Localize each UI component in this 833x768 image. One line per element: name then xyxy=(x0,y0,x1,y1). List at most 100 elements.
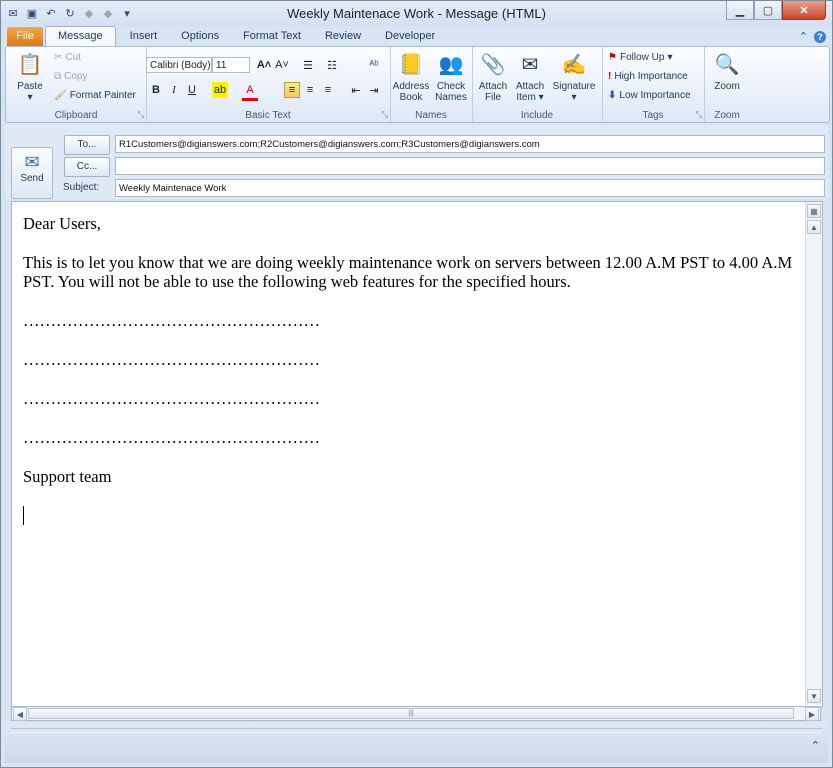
check-names-icon: 👥 xyxy=(438,53,464,76)
shrink-font-icon[interactable]: A˅ xyxy=(274,57,290,73)
align-left-icon[interactable]: ≡ xyxy=(284,82,300,98)
paste-button[interactable]: 📋 Paste ▾ xyxy=(12,51,48,104)
align-center-icon[interactable]: ≡ xyxy=(302,82,318,98)
scissors-icon: ✂ xyxy=(54,52,63,63)
paste-icon: 📋 xyxy=(17,53,43,76)
names-group: 📒 Address Book 👥 Check Names Names xyxy=(390,47,473,122)
paste-label: Paste xyxy=(17,81,43,92)
ribbon-tabs: File Message Insert Options Format Text … xyxy=(1,26,832,46)
subject-field[interactable]: Weekly Maintenace Work xyxy=(115,179,825,197)
tab-options[interactable]: Options xyxy=(169,27,231,46)
scroll-up-icon[interactable]: ▲ xyxy=(807,220,821,234)
copy-icon: ⧉ xyxy=(54,71,62,82)
tab-developer[interactable]: Developer xyxy=(373,27,447,46)
minimize-button[interactable]: ▁ xyxy=(726,1,754,20)
tab-insert[interactable]: Insert xyxy=(118,27,170,46)
copy-button[interactable]: ⧉ Copy xyxy=(54,71,88,82)
horizontal-scrollbar[interactable]: ◀ ||| ▶ xyxy=(11,706,821,721)
names-label: Names xyxy=(415,110,447,121)
clipboard-label: Clipboard xyxy=(54,110,98,121)
cc-button[interactable]: Cc... xyxy=(64,157,110,177)
minimize-ribbon-icon[interactable]: ⌃ xyxy=(799,30,808,43)
send-icon: ✉ xyxy=(24,152,40,172)
signoff-text: Support team xyxy=(23,467,112,486)
greeting-text: Dear Users, xyxy=(23,214,101,233)
font-size-select[interactable]: 11 xyxy=(212,57,250,73)
subject-label: Subject: xyxy=(63,182,100,193)
paintbrush-icon: 🖌 xyxy=(54,90,67,101)
send-label: Send xyxy=(20,173,44,184)
placeholder-line: ……………………………………………… xyxy=(23,350,320,369)
zoom-label: Zoom xyxy=(714,110,740,121)
zoom-button[interactable]: 🔍 Zoom xyxy=(708,51,746,93)
bullets-icon[interactable]: ☰ xyxy=(300,57,316,73)
cc-field[interactable] xyxy=(115,157,825,175)
magnifier-icon: 🔍 xyxy=(714,53,740,76)
include-group: 📎 Attach File ✉ Attach Item ▾ ✍ Signature ▾… xyxy=(472,47,603,122)
tab-review[interactable]: Review xyxy=(313,27,373,46)
ribbon: 📋 Paste ▾ ✂ Cut ⧉ Copy 🖌 Format Painter Clip… xyxy=(5,46,830,123)
underline-button[interactable]: U xyxy=(184,82,200,98)
scroll-down-icon[interactable]: ▼ xyxy=(807,689,821,703)
bold-button[interactable]: B xyxy=(148,82,164,98)
to-button[interactable]: To... xyxy=(64,135,110,155)
view-ruler-icon[interactable]: ▦ xyxy=(807,204,821,218)
status-divider xyxy=(11,728,822,733)
clipboard-group: 📋 Paste ▾ ✂ Cut ⧉ Copy 🖌 Format Painter Clip… xyxy=(6,47,147,122)
zoom-group: 🔍 Zoom Zoom xyxy=(704,47,750,122)
expand-people-pane-icon[interactable]: ⌃ xyxy=(811,739,820,752)
title-bar: ✉ ▣ ↶ ↻ ◆ ◆ ▾ Weekly Maintenace Work - M… xyxy=(1,1,832,26)
horizontal-scroll-thumb[interactable]: ||| xyxy=(28,708,794,719)
attach-file-button[interactable]: 📎 Attach File xyxy=(476,51,510,104)
address-book-button[interactable]: 📒 Address Book xyxy=(392,51,430,104)
italic-button[interactable]: I xyxy=(166,82,182,98)
paperclip-icon: 📎 xyxy=(480,53,506,76)
low-importance-button[interactable]: ⬇ Low Importance xyxy=(608,90,691,101)
placeholder-line: ……………………………………………… xyxy=(23,311,320,330)
exclamation-icon: ! xyxy=(608,71,612,82)
numbering-icon[interactable]: ☷ xyxy=(324,57,340,73)
tab-message[interactable]: Message xyxy=(45,26,116,46)
signature-button[interactable]: ✍ Signature ▾ xyxy=(550,51,598,104)
to-field[interactable]: R1Customers@digianswers.com;R2Customers@… xyxy=(115,135,825,153)
clear-formatting-icon[interactable]: ᴬᵇ xyxy=(366,57,382,73)
high-importance-button[interactable]: ! High Importance xyxy=(608,71,688,82)
scroll-right-icon[interactable]: ▶ xyxy=(805,707,819,721)
tab-file[interactable]: File xyxy=(7,27,43,46)
message-body[interactable]: Dear Users, This is to let you know that… xyxy=(11,201,823,708)
message-header: ✉ Send To... R1Customers@digianswers.com… xyxy=(5,125,828,199)
decrease-indent-icon[interactable]: ⇤ xyxy=(348,82,364,98)
include-label: Include xyxy=(520,110,554,121)
format-painter-button[interactable]: 🖌 Format Painter xyxy=(54,90,136,101)
window-title: Weekly Maintenace Work - Message (HTML) xyxy=(287,6,546,21)
basic-text-label: Basic Text xyxy=(245,110,291,121)
attach-item-button[interactable]: ✉ Attach Item ▾ xyxy=(512,51,548,104)
align-right-icon[interactable]: ≡ xyxy=(320,82,336,98)
envelope-icon: ✉ xyxy=(521,53,539,76)
check-names-button[interactable]: 👥 Check Names xyxy=(432,51,470,104)
clipboard-launcher-icon[interactable]: ⤡ xyxy=(138,110,144,120)
maximize-button[interactable]: ▢ xyxy=(754,1,782,20)
send-button[interactable]: ✉ Send xyxy=(11,147,53,199)
close-button[interactable]: ✕ xyxy=(782,1,826,20)
vertical-scrollbar[interactable]: ▦ ▲ ▼ xyxy=(805,202,822,705)
help-icon[interactable]: ? xyxy=(814,30,826,43)
placeholder-line: ……………………………………………… xyxy=(23,428,320,447)
tab-format-text[interactable]: Format Text xyxy=(231,27,313,46)
flag-icon: ⚑ xyxy=(608,52,617,63)
increase-indent-icon[interactable]: ⇥ xyxy=(366,82,382,98)
scroll-left-icon[interactable]: ◀ xyxy=(13,707,27,721)
placeholder-line: ……………………………………………… xyxy=(23,389,320,408)
font-color-icon[interactable]: A xyxy=(242,82,258,101)
address-book-icon: 📒 xyxy=(398,53,424,76)
font-name-select[interactable]: Calibri (Body) xyxy=(146,57,212,73)
follow-up-button[interactable]: ⚑ Follow Up ▾ xyxy=(608,52,672,63)
body-paragraph: This is to let you know that we are doin… xyxy=(23,253,793,291)
highlight-icon[interactable]: ab xyxy=(212,82,228,98)
tags-launcher-icon[interactable]: ⤡ xyxy=(696,110,702,120)
basic-text-group: Calibri (Body) 11 A˄ A˅ ☰ ☷ ᴬᵇ B I U ab … xyxy=(146,47,391,122)
cut-button[interactable]: ✂ Cut xyxy=(54,52,81,63)
grow-font-icon[interactable]: A˄ xyxy=(256,57,272,73)
basic-text-launcher-icon[interactable]: ⤡ xyxy=(382,110,388,120)
signature-icon: ✍ xyxy=(561,53,587,76)
